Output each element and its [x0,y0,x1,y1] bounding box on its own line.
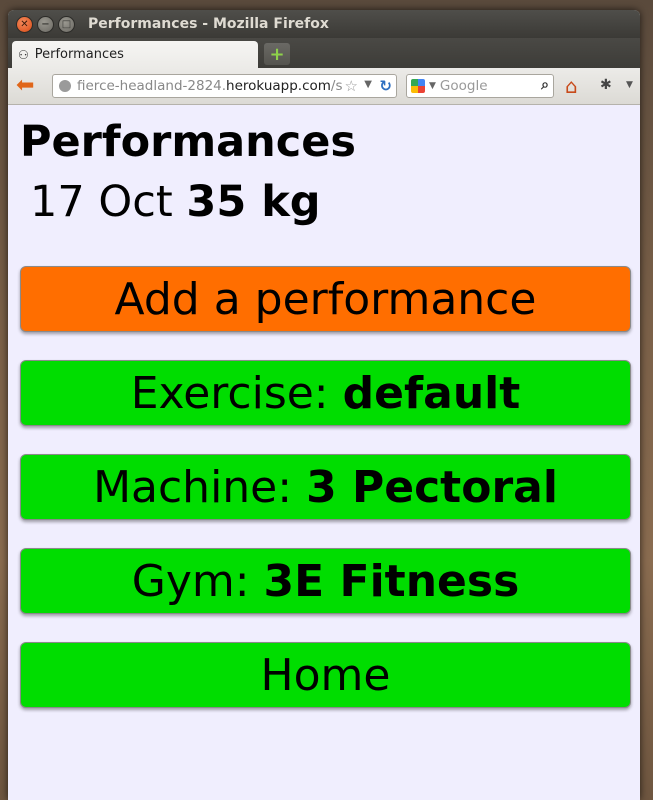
add-performance-label: Add a performance [114,273,537,325]
maximize-window-icon[interactable]: □ [58,16,75,33]
performance-entry: 17 Oct 35 kg [30,177,321,227]
site-identity-icon[interactable] [59,80,71,92]
minimize-window-icon[interactable]: − [37,16,54,33]
search-bar[interactable]: ▼ Google ⌕ [406,74,554,98]
favicon-icon: ⚇ [18,47,29,62]
gym-label: Gym: [131,555,250,607]
gym-button[interactable]: Gym: 3E Fitness [20,548,631,614]
url-prefix: fierce-headland-2824. [77,78,227,94]
search-icon[interactable]: ⌕ [541,77,549,93]
reload-icon[interactable]: ↻ [379,77,392,95]
google-search-engine-icon[interactable] [411,79,425,93]
tab-label: Performances [34,47,124,62]
title-bar: ✕ − □ Performances - Mozilla Firefox [8,10,640,38]
home-label: Home [260,649,391,701]
home-button[interactable]: Home [20,642,631,708]
tab-performances[interactable]: ⚇ Performances [12,41,258,68]
add-performance-button[interactable]: Add a performance [20,266,631,332]
window-title: Performances - Mozilla Firefox [88,16,329,32]
performance-weight: 35 kg [186,177,321,227]
gym-value: 3E Fitness [263,555,520,607]
url-domain: herokuapp.com [226,78,331,94]
machine-button[interactable]: Machine: 3 Pectoral [20,454,631,520]
url-history-dropdown-icon[interactable]: ▼ [364,79,372,90]
machine-value: 3 Pectoral [306,461,558,513]
search-placeholder: Google [439,78,488,94]
page-title: Performances [20,117,357,167]
close-window-icon[interactable]: ✕ [16,16,33,33]
window-controls: ✕ − □ [16,16,75,33]
url-bar[interactable]: fierce-headland-2824. herokuapp.com/s ☆ ▼… [52,74,397,98]
search-engine-dropdown-icon[interactable]: ▼ [429,81,436,91]
navigation-toolbar: ⬅ fierce-headland-2824. herokuapp.com/s ☆… [8,68,640,105]
toolbar-dropdown-icon[interactable]: ▼ [626,80,633,90]
url-suffix: /s [330,78,343,94]
machine-label: Machine: [93,461,293,513]
tab-bar: ⚇ Performances + [8,38,640,68]
exercise-label: Exercise: [130,367,329,419]
bookmark-star-icon[interactable]: ☆ [345,77,358,95]
browser-window: ✕ − □ Performances - Mozilla Firefox ⚇ P… [8,10,640,800]
exercise-button[interactable]: Exercise: default [20,360,631,426]
home-icon[interactable]: ⌂ [565,74,578,98]
page-content: Performances 17 Oct 35 kg Add a performa… [8,105,640,800]
addon-icon[interactable]: ✱ [600,77,612,93]
back-arrow-icon[interactable]: ⬅ [16,75,40,97]
exercise-value: default [342,367,521,419]
new-tab-button[interactable]: + [264,43,290,65]
performance-date: 17 Oct [30,177,173,227]
